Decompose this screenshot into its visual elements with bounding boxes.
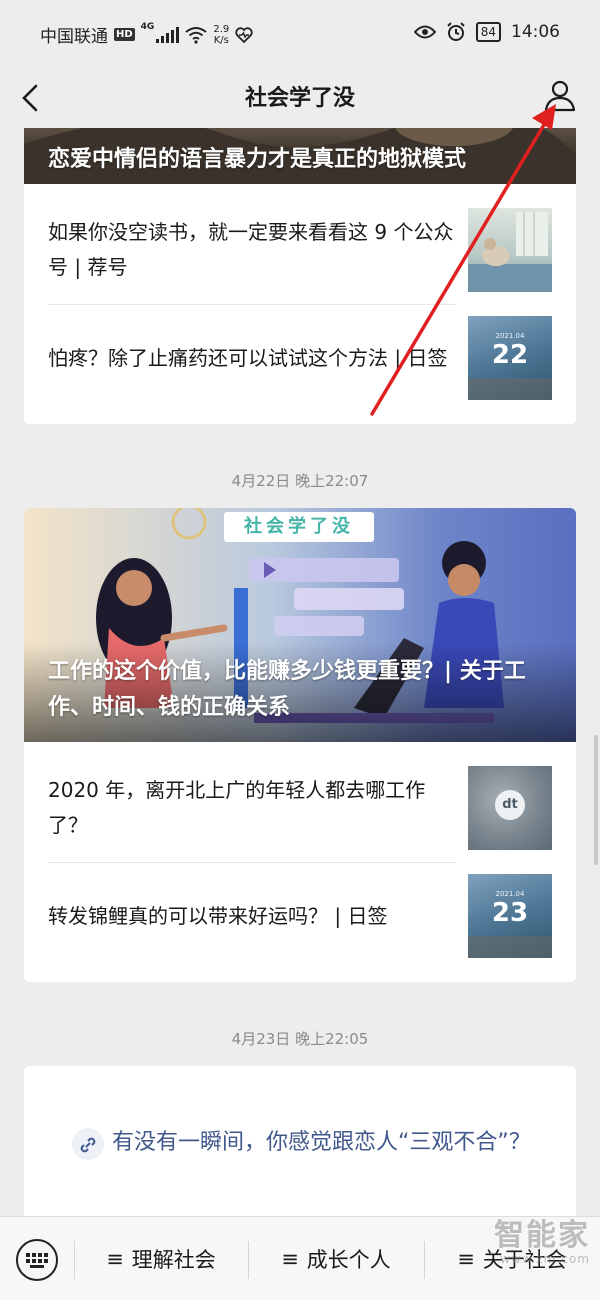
battery-indicator: 84 [475, 22, 501, 42]
article-list-item[interactable]: 2020 年，离开北上广的年轻人都去哪工作了？ dt [48, 754, 552, 862]
speed-unit: K/s [213, 34, 229, 46]
hd-voice-icon: HD [114, 28, 135, 41]
message-feed[interactable]: 恋爱中情侣的语言暴力才是真正的地狱模式 如果你没空读书，就一定要来看看这 9 个… [0, 128, 600, 1216]
article-cover[interactable]: 社会学了没 工作的这个价值，比能赚多少钱更重要？| 关于工作、时间、钱的正确关系 [24, 508, 576, 742]
article-cover-title: 工作的这个价值，比能赚多少钱更重要？| 关于工作、时间、钱的正确关系 [48, 659, 526, 720]
nav-bar: 社会学了没 [0, 68, 600, 128]
article-list-item[interactable]: 如果你没空读书，就一定要来看看这 9 个公众号 | 荐号 [48, 196, 552, 304]
link-message-label: 有没有一瞬间，你感觉跟恋人“三观不合”？ [112, 1130, 531, 1155]
menu-item-personal-growth[interactable]: ≡ 成长个人 [248, 1217, 424, 1300]
message-timestamp: 4月23日 晚上22:05 [231, 1030, 369, 1048]
speed-value: 2.9 [213, 23, 230, 35]
network-speed: 2.9 K/s [213, 24, 229, 46]
carrier-label: 中国联通 [40, 27, 108, 47]
health-heart-icon [235, 26, 253, 43]
article-cover[interactable]: 恋爱中情侣的语言暴力才是真正的地狱模式 [24, 128, 576, 184]
clock: 14:06 [511, 22, 560, 42]
article-title: 转发锦鲤真的可以带来好运吗？ | 日签 [48, 903, 388, 928]
wifi-icon [185, 26, 207, 44]
keyboard-toggle-icon[interactable] [16, 1239, 58, 1281]
watermark-text: 智能家 [494, 1218, 590, 1253]
room-photo-image [468, 212, 552, 292]
menu-item-understand-society[interactable]: ≡ 理解社会 [74, 1217, 248, 1300]
network-type-label: 4G [140, 22, 155, 32]
menu-list-icon: ≡ [106, 1247, 124, 1271]
scrollbar[interactable] [594, 735, 598, 865]
watermark-url: www.znj.com [500, 1252, 590, 1266]
profile-icon[interactable] [542, 78, 578, 114]
menu-item-label: 理解社会 [131, 1248, 216, 1272]
article-thumbnail: 2021.04 22 [468, 316, 552, 400]
article-list-item[interactable]: 怕疼？除了止痛药还可以试试这个方法 | 日签 2021.04 22 [48, 304, 552, 412]
article-thumbnail: 2021.04 23 [468, 874, 552, 958]
link-icon [72, 1128, 104, 1160]
article-title: 如果你没空读书，就一定要来看看这 9 个公众号 | 荐号 [48, 220, 454, 279]
cover-banner-label: 社会学了没 [224, 512, 374, 542]
thumb-date: 2021.04 [495, 890, 525, 898]
thumb-day: 23 [491, 898, 529, 928]
page-title: 社会学了没 [244, 86, 355, 111]
link-message-text[interactable]: 有没有一瞬间，你感觉跟恋人“三观不合”？ [72, 1122, 540, 1164]
article-card: 恋爱中情侣的语言暴力才是真正的地狱模式 如果你没空读书，就一定要来看看这 9 个… [24, 128, 576, 424]
thumb-date: 2021.04 [495, 332, 525, 340]
menu-item-label: 成长个人 [306, 1248, 391, 1272]
message-timestamp: 4月22日 晚上22:07 [231, 472, 369, 490]
text-message-card[interactable]: 有没有一瞬间，你感觉跟恋人“三观不合”？ [24, 1066, 576, 1216]
thumb-day: 22 [491, 340, 529, 370]
status-bar: 中国联通 HD 4G 2.9 K/s 84 14:06 [0, 0, 600, 68]
article-thumbnail: dt [468, 766, 552, 850]
thumb-logo: dt [495, 790, 525, 820]
site-watermark: 智能家 www.znj.com [494, 1218, 590, 1267]
menu-list-icon: ≡ [281, 1247, 299, 1271]
status-left: 中国联通 HD 4G 2.9 K/s [40, 22, 253, 47]
signal-icon [156, 26, 180, 43]
article-title: 怕疼？除了止痛药还可以试试这个方法 | 日签 [48, 345, 448, 370]
menu-list-icon: ≡ [457, 1247, 475, 1271]
alarm-icon [447, 22, 465, 41]
status-right: 84 14:06 [413, 22, 560, 42]
article-card: 社会学了没 工作的这个价值，比能赚多少钱更重要？| 关于工作、时间、钱的正确关系… [24, 508, 576, 982]
article-list-item[interactable]: 转发锦鲤真的可以带来好运吗？ | 日签 2021.04 23 [48, 862, 552, 970]
eye-comfort-icon [413, 25, 436, 39]
article-title: 2020 年，离开北上广的年轻人都去哪工作了？ [48, 778, 426, 837]
article-cover-title: 恋爱中情侣的语言暴力才是真正的地狱模式 [48, 147, 467, 172]
article-thumbnail [468, 208, 552, 292]
